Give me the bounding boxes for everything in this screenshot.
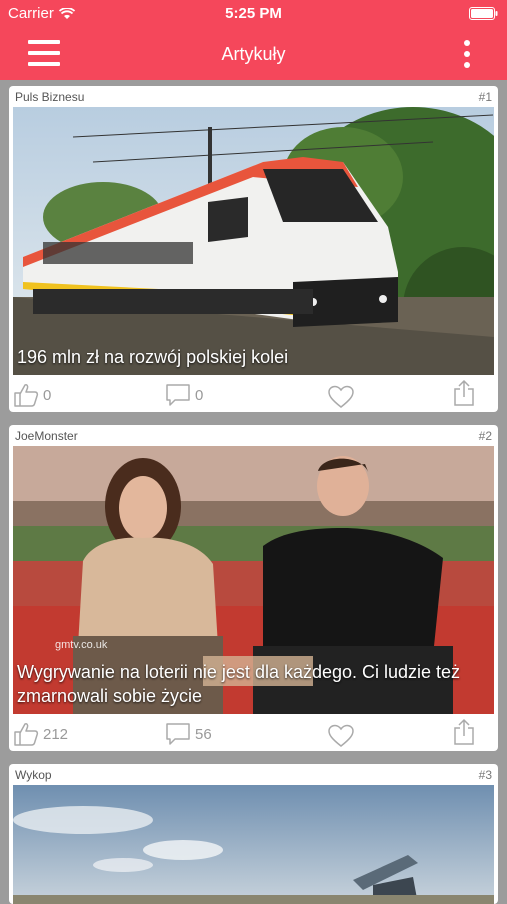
comment-button[interactable]: 0 — [165, 383, 203, 407]
article-card[interactable]: Wykop #3 — [9, 764, 498, 904]
like-count: 0 — [43, 386, 52, 404]
card-header: JoeMonster #2 — [9, 425, 498, 446]
like-button[interactable]: 0 — [13, 383, 51, 407]
share-icon — [454, 718, 474, 745]
share-icon — [454, 379, 474, 406]
article-card[interactable]: Puls Biznesu #1 196 mln zł na rozwój pol… — [9, 86, 498, 412]
image-watermark: gmtv.co.uk — [55, 639, 108, 651]
thumbs-up-icon — [14, 384, 39, 407]
article-image[interactable] — [13, 785, 494, 904]
card-header: Wykop #3 — [9, 764, 498, 785]
battery-icon — [469, 7, 498, 20]
article-actions: 212 56 — [9, 714, 498, 751]
article-rank: #3 — [478, 768, 492, 782]
comment-icon — [166, 384, 190, 406]
article-rank: #2 — [478, 429, 492, 443]
favorite-button[interactable] — [327, 385, 355, 409]
favorite-button[interactable] — [327, 724, 355, 748]
like-button[interactable]: 212 — [13, 722, 68, 746]
comment-count: 0 — [195, 386, 204, 404]
share-button[interactable] — [453, 718, 475, 746]
comment-icon — [166, 723, 190, 745]
more-vertical-icon[interactable] — [463, 40, 471, 68]
article-title: 196 mln zł na rozwój polskiej kolei — [17, 347, 289, 367]
comment-button[interactable]: 56 — [165, 722, 212, 746]
article-card[interactable]: JoeMonster #2 gmtv.co.uk Wygrywanie na l… — [9, 425, 498, 751]
article-image[interactable]: 196 mln zł na rozwój polskiej kolei — [13, 107, 494, 375]
thumbs-up-icon — [14, 723, 39, 746]
article-source: Puls Biznesu — [15, 90, 85, 104]
navigation-bar: Artykuły — [0, 28, 507, 80]
top-bar: Carrier 5:25 PM Artykuły — [0, 0, 507, 80]
card-header: Puls Biznesu #1 — [9, 86, 498, 107]
article-image[interactable]: gmtv.co.uk Wygrywanie na loterii nie jes… — [13, 446, 494, 714]
status-time: 5:25 PM — [225, 5, 282, 22]
page-title: Artykuły — [221, 44, 286, 64]
heart-icon — [328, 724, 354, 747]
article-title: Wygrywanie na loterii nie jest dla każde… — [17, 662, 461, 706]
article-source: JoeMonster — [15, 429, 78, 443]
article-rank: #1 — [478, 90, 492, 104]
comment-count: 56 — [195, 725, 212, 743]
share-button[interactable] — [453, 379, 475, 407]
article-actions: 0 0 — [9, 375, 498, 412]
like-count: 212 — [43, 725, 69, 743]
heart-icon — [328, 385, 354, 408]
status-bar: Carrier 5:25 PM — [0, 0, 507, 28]
article-source: Wykop — [15, 768, 52, 782]
